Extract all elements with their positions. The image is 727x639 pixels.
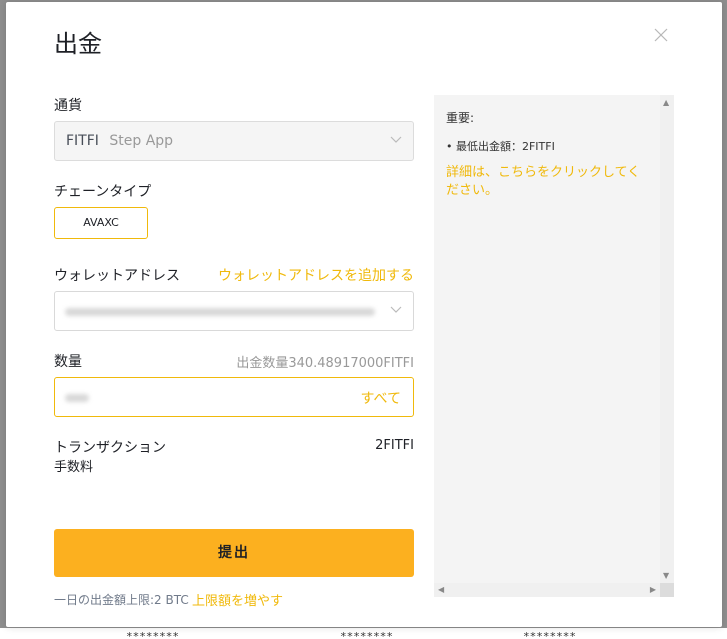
info-panel: 重要: • 最低出金額：2FITFI 詳細は、こちらをクリックしてください。 ▲… bbox=[434, 95, 674, 597]
close-icon bbox=[654, 28, 668, 42]
submit-button[interactable]: 提出 bbox=[54, 529, 414, 577]
close-button[interactable] bbox=[654, 28, 674, 48]
vertical-scrollbar[interactable]: ▲ ▼ bbox=[660, 95, 674, 583]
chain-type-label: チェーンタイプ bbox=[54, 184, 152, 200]
masked-value: ******** bbox=[340, 630, 393, 639]
info-heading: 重要: bbox=[446, 111, 475, 125]
masked-amount bbox=[65, 394, 89, 402]
fee-label-line2: 手数料 bbox=[54, 460, 94, 475]
scroll-up-icon[interactable]: ▲ bbox=[663, 98, 669, 107]
daily-limit-text: 一日の出金額上限:2 BTC bbox=[54, 593, 189, 607]
currency-name: Step App bbox=[109, 133, 174, 149]
chevron-down-icon bbox=[390, 306, 402, 313]
chain-option-avaxc[interactable]: AVAXC bbox=[54, 207, 148, 239]
scroll-corner bbox=[660, 583, 674, 597]
masked-address bbox=[65, 308, 375, 316]
horizontal-scrollbar[interactable]: ◀ ▶ bbox=[434, 583, 660, 597]
min-withdraw-note: • 最低出金額：2FITFI bbox=[446, 140, 555, 153]
wallet-address-select[interactable] bbox=[54, 291, 414, 331]
scroll-right-icon[interactable]: ▶ bbox=[650, 585, 656, 594]
fee-label: トランザクション bbox=[54, 440, 166, 456]
amount-input[interactable]: すべて bbox=[54, 377, 414, 417]
scroll-left-icon[interactable]: ◀ bbox=[438, 585, 444, 594]
masked-value: ******** bbox=[126, 630, 179, 639]
chevron-down-icon bbox=[390, 136, 402, 143]
currency-label: 通貨 bbox=[54, 98, 82, 114]
add-wallet-address-link[interactable]: ウォレットアドレスを追加する bbox=[218, 265, 414, 285]
dialog-title: 出金 bbox=[54, 30, 102, 58]
available-amount: 出金数量340.48917000FITFI bbox=[236, 356, 414, 371]
currency-select[interactable]: FITFI Step App bbox=[54, 121, 414, 161]
currency-symbol: FITFI bbox=[66, 133, 99, 149]
max-amount-button[interactable]: すべて bbox=[361, 388, 401, 408]
details-link[interactable]: 詳細は、こちらをクリックしてください。 bbox=[446, 164, 646, 200]
masked-value: ******** bbox=[523, 630, 576, 639]
amount-label: 数量 bbox=[54, 354, 82, 370]
scroll-down-icon[interactable]: ▼ bbox=[663, 571, 669, 580]
fee-value: 2FITFI bbox=[375, 438, 414, 453]
withdraw-dialog: 出金 通貨 FITFI Step App チェーンタイプ AVAXC ウォレット… bbox=[6, 2, 722, 627]
wallet-address-label: ウォレットアドレス bbox=[54, 268, 180, 284]
currency-select-value: FITFI Step App bbox=[66, 133, 173, 149]
increase-limit-link[interactable]: 上限額を増やす bbox=[192, 590, 283, 609]
